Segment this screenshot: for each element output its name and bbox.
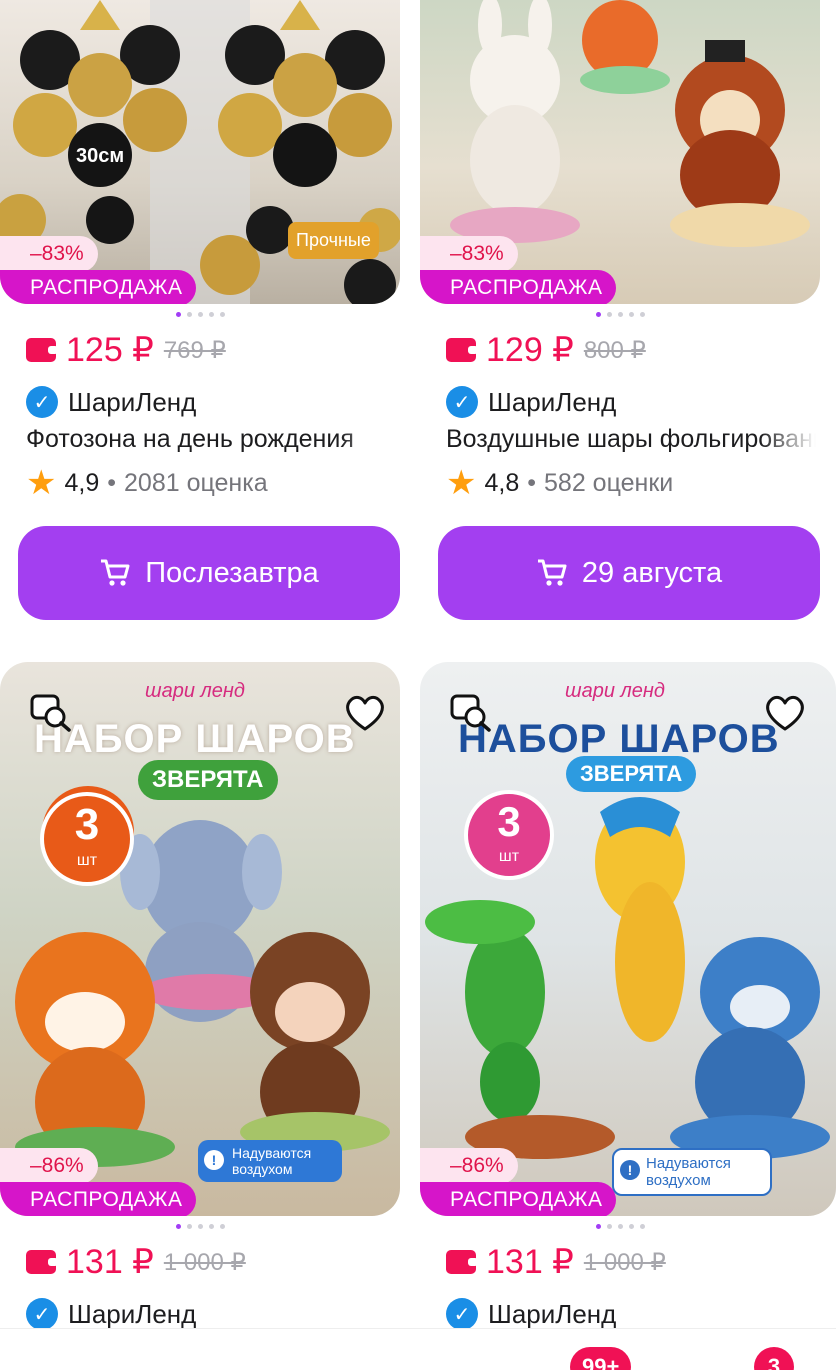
durable-badge: Прочные: [288, 222, 379, 259]
old-price: 1 000 ₽: [163, 1248, 246, 1276]
discount-badge: –86%: [0, 1148, 98, 1184]
verified-icon: ✓: [446, 1298, 478, 1330]
price-row: 129 ₽ 800 ₽: [446, 330, 646, 370]
discount-badge: –86%: [420, 1148, 518, 1184]
seller-row[interactable]: ✓ ШариЛенд: [26, 386, 196, 418]
product-title[interactable]: Воздушные шары фольгированные: [446, 425, 816, 454]
cart-icon: [99, 558, 131, 588]
image-subheading: ЗВЕРЯТА: [138, 760, 278, 800]
old-price: 769 ₽: [163, 336, 226, 364]
reviews-count: 2081 оценка: [124, 468, 268, 497]
similar-search-icon[interactable]: [26, 688, 76, 738]
seller-name: ШариЛенд: [488, 386, 617, 417]
sale-badge: РАСПРОДАЖА: [420, 270, 617, 304]
price-row: 131 ₽ 1 000 ₽: [26, 1242, 246, 1282]
count-unit: шт: [498, 848, 520, 865]
add-to-cart-button[interactable]: Послезавтра: [18, 526, 400, 620]
verified-icon: ✓: [446, 386, 478, 418]
count-badge: 3 шт: [464, 790, 554, 880]
verified-icon: ✓: [26, 1298, 58, 1330]
price-row: 125 ₽ 769 ₽: [26, 330, 226, 370]
inflate-note: ! Надуваются воздухом: [198, 1140, 342, 1182]
seller-row[interactable]: ✓ ШариЛенд: [26, 1298, 196, 1330]
product-card[interactable]: шари ленд НАБОР ШАРОВ ЗВЕРЯТА 3 шт ! Над…: [0, 662, 400, 1330]
product-image[interactable]: шари ленд НАБОР ШАРОВ ЗВЕРЯТА 3 шт ! Над…: [0, 662, 400, 1216]
image-pager: [420, 1224, 820, 1232]
old-price: 1 000 ₽: [583, 1248, 666, 1276]
price: 129 ₽: [486, 331, 574, 369]
image-heading: НАБОР ШАРОВ: [34, 717, 356, 761]
heart-icon[interactable]: [340, 688, 390, 738]
brand-logo: шари ленд: [565, 680, 665, 702]
wallet-icon: [26, 1250, 58, 1274]
old-price: 800 ₽: [583, 336, 646, 364]
cart-count-badge: 99+: [570, 1347, 632, 1370]
product-card[interactable]: –83% РАСПРОДАЖА 129 ₽ 800 ₽ ✓ ШариЛенд В…: [420, 0, 820, 620]
sale-badge: РАСПРОДАЖА: [0, 1182, 197, 1216]
wallet-icon: [446, 1250, 478, 1274]
delivery-date: 29 августа: [581, 556, 723, 589]
rating-row: ★ 4,8 • 582 оценки: [446, 466, 673, 500]
wallet-icon: [446, 338, 478, 362]
count-unit: шт: [76, 852, 98, 869]
price: 125 ₽: [66, 331, 154, 369]
image-pager: [420, 312, 820, 320]
bottom-navigation: 99+ 3: [0, 1328, 836, 1370]
wallet-icon: [26, 338, 58, 362]
reviews-count: 582 оценки: [544, 468, 674, 497]
similar-search-icon[interactable]: [446, 688, 496, 738]
separator: •: [527, 468, 537, 497]
seller-row[interactable]: ✓ ШариЛенд: [446, 386, 616, 418]
price: 131 ₽: [66, 1243, 154, 1281]
profile-count-badge: 3: [754, 1347, 794, 1370]
seller-name: ШариЛенд: [488, 1298, 617, 1329]
seller-name: ШариЛенд: [68, 1298, 197, 1329]
product-image[interactable]: 30см Прочные –83% РАСПРОДАЖА: [0, 0, 400, 304]
inflate-note-text: Надуваются воздухом: [646, 1155, 731, 1189]
image-pager: [0, 312, 400, 320]
inflate-note-text: Надуваются воздухом: [232, 1145, 312, 1177]
brand-logo: шари ленд: [145, 680, 245, 702]
product-card[interactable]: 30см Прочные –83% РАСПРОДАЖА 125 ₽ 769 ₽…: [0, 0, 400, 620]
count-number: 3: [497, 798, 521, 845]
verified-icon: ✓: [26, 386, 58, 418]
count-number: 3: [74, 800, 100, 849]
star-icon: ★: [26, 464, 57, 502]
info-icon: !: [620, 1160, 640, 1180]
size-caption: 30см: [76, 145, 125, 167]
product-card[interactable]: шари ленд НАБОР ШАРОВ ЗВЕРЯТА 3 шт ! Над…: [420, 662, 836, 1330]
seller-row[interactable]: ✓ ШариЛенд: [446, 1298, 616, 1330]
discount-badge: –83%: [0, 236, 98, 272]
inflate-note: ! Надуваются воздухом: [612, 1148, 772, 1196]
product-image[interactable]: –83% РАСПРОДАЖА: [420, 0, 820, 304]
product-image[interactable]: шари ленд НАБОР ШАРОВ ЗВЕРЯТА 3 шт ! Над…: [420, 662, 836, 1216]
heart-icon[interactable]: [760, 688, 810, 738]
separator: •: [107, 468, 117, 497]
delivery-date: Послезавтра: [145, 556, 319, 589]
info-icon: !: [204, 1150, 224, 1170]
product-title[interactable]: Фотозона на день рождения: [26, 425, 396, 454]
seller-name: ШариЛенд: [68, 386, 197, 417]
price-row: 131 ₽ 1 000 ₽: [446, 1242, 666, 1282]
rating-value: 4,8: [484, 468, 520, 497]
image-pager: [0, 1224, 400, 1232]
image-subheading: ЗВЕРЯТА: [566, 756, 697, 792]
sale-badge: РАСПРОДАЖА: [420, 1182, 617, 1216]
cart-icon: [536, 558, 568, 588]
rating-row: ★ 4,9 • 2081 оценка: [26, 466, 268, 500]
add-to-cart-button[interactable]: 29 августа: [438, 526, 820, 620]
star-icon: ★: [446, 464, 477, 502]
price: 131 ₽: [486, 1243, 574, 1281]
sale-badge: РАСПРОДАЖА: [0, 270, 197, 304]
count-badge: 3 шт: [40, 792, 134, 886]
rating-value: 4,9: [64, 468, 100, 497]
discount-badge: –83%: [420, 236, 518, 272]
